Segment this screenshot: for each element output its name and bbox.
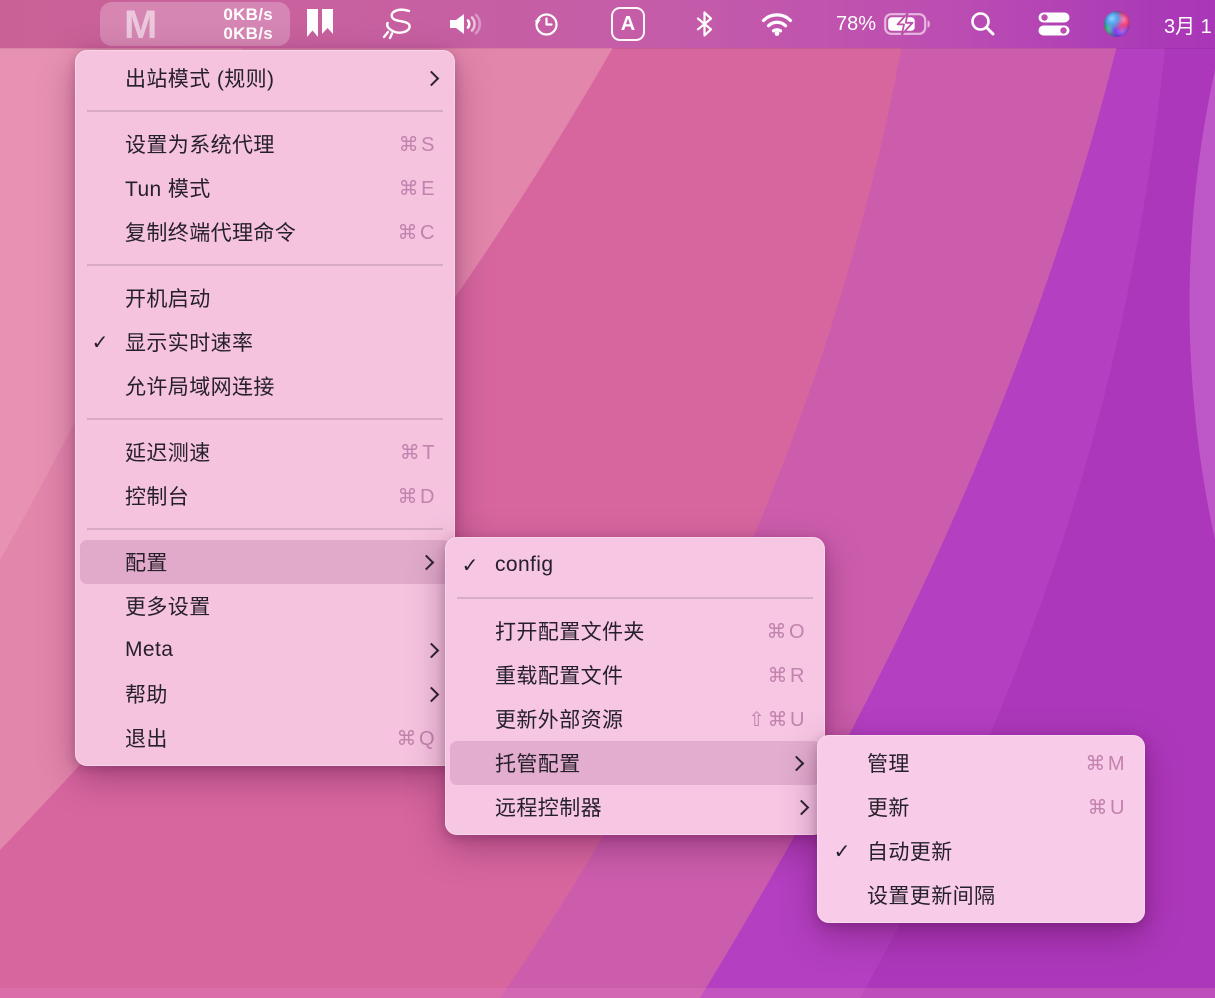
bluetooth-icon[interactable] bbox=[696, 11, 713, 37]
menu-separator bbox=[87, 528, 443, 530]
shortcut-label: ⇧⌘U bbox=[748, 707, 807, 732]
checkmark-icon: ✓ bbox=[445, 553, 495, 578]
menu-item-dashboard[interactable]: 控制台 ⌘D bbox=[75, 474, 455, 518]
menu-item-tun-mode[interactable]: Tun 模式 ⌘E bbox=[75, 166, 455, 210]
menu-item-remote-controller[interactable]: 远程控制器 bbox=[445, 785, 825, 829]
proxy-app-status-item[interactable]: M 0KB/s 0KB/s bbox=[100, 2, 290, 46]
shortcut-label: ⌘E bbox=[399, 176, 437, 201]
menu-item-show-realtime-speed[interactable]: ✓ 显示实时速率 bbox=[75, 320, 455, 364]
menu-separator bbox=[457, 597, 813, 599]
menu-bar-date[interactable]: 3月 1 bbox=[1164, 0, 1212, 48]
network-speed-readout: 0KB/s 0KB/s bbox=[223, 5, 273, 43]
input-source-label: A bbox=[621, 13, 635, 36]
shortcut-label: ⌘M bbox=[1085, 751, 1127, 776]
menu-separator bbox=[87, 264, 443, 266]
menu-item-copy-terminal-proxy-command[interactable]: 复制终端代理命令 ⌘C bbox=[75, 210, 455, 254]
bookmark-ribbons-icon[interactable] bbox=[303, 8, 337, 40]
shortcut-label: ⌘S bbox=[399, 132, 437, 157]
battery-percent-label: 78% bbox=[812, 0, 876, 48]
submenu-chevron-icon bbox=[424, 70, 440, 86]
config-submenu: ✓ config 打开配置文件夹 ⌘O 重载配置文件 ⌘R 更新外部资源 ⇧⌘U… bbox=[445, 537, 825, 835]
menu-item-help[interactable]: 帮助 bbox=[75, 672, 455, 716]
menu-item-meta[interactable]: Meta bbox=[75, 628, 455, 672]
time-machine-icon[interactable] bbox=[533, 11, 560, 38]
shortcut-label: ⌘D bbox=[398, 484, 437, 509]
menu-item-update-external-resources[interactable]: 更新外部资源 ⇧⌘U bbox=[445, 697, 825, 741]
upload-speed: 0KB/s bbox=[223, 5, 273, 24]
shortcut-label: ⌘O bbox=[766, 619, 807, 644]
shortcut-label: ⌘R bbox=[768, 663, 807, 688]
menu-item-more-settings[interactable]: 更多设置 bbox=[75, 584, 455, 628]
menu-item-allow-lan[interactable]: 允许局域网连接 bbox=[75, 364, 455, 408]
menu-item-config-profile[interactable]: ✓ config bbox=[445, 543, 825, 587]
download-speed: 0KB/s bbox=[223, 24, 273, 43]
shortcut-label: ⌘U bbox=[1088, 795, 1127, 820]
submenu-chevron-icon bbox=[424, 686, 440, 702]
siri-icon[interactable] bbox=[1104, 11, 1130, 37]
submenu-chevron-icon bbox=[794, 799, 810, 815]
spotlight-search-icon[interactable] bbox=[970, 11, 996, 37]
menu-item-reload-config[interactable]: 重载配置文件 ⌘R bbox=[445, 653, 825, 697]
menu-item-launch-at-login[interactable]: 开机启动 bbox=[75, 276, 455, 320]
hosted-config-submenu: 管理 ⌘M 更新 ⌘U ✓ 自动更新 设置更新间隔 bbox=[817, 735, 1145, 923]
shortcut-label: ⌘T bbox=[400, 440, 437, 465]
submenu-chevron-icon bbox=[419, 554, 435, 570]
checkmark-icon: ✓ bbox=[817, 839, 867, 864]
menu-separator bbox=[87, 110, 443, 112]
menu-item-hosted-config[interactable]: 托管配置 bbox=[450, 741, 820, 785]
menu-separator bbox=[87, 418, 443, 420]
menu-item-auto-update[interactable]: ✓ 自动更新 bbox=[817, 829, 1145, 873]
menu-item-outbound-mode[interactable]: 出站模式 (规则) bbox=[75, 56, 455, 100]
menu-item-quit[interactable]: 退出 ⌘Q bbox=[75, 716, 455, 760]
control-center-icon[interactable] bbox=[1038, 12, 1070, 36]
menu-bar: M 0KB/s 0KB/s bbox=[0, 0, 1215, 48]
menu-item-set-update-interval[interactable]: 设置更新间隔 bbox=[817, 873, 1145, 917]
wifi-icon[interactable] bbox=[761, 12, 793, 36]
submenu-chevron-icon bbox=[789, 755, 805, 771]
swirl-brush-icon[interactable] bbox=[379, 7, 419, 41]
shortcut-label: ⌘Q bbox=[396, 726, 437, 751]
input-source-icon[interactable]: A bbox=[611, 7, 645, 41]
shortcut-label: ⌘C bbox=[398, 220, 437, 245]
battery-charging-icon[interactable] bbox=[884, 12, 934, 36]
submenu-chevron-icon bbox=[424, 642, 440, 658]
menu-item-config[interactable]: 配置 bbox=[80, 540, 450, 584]
proxy-app-main-menu: 出站模式 (规则) 设置为系统代理 ⌘S Tun 模式 ⌘E 复制终端代理命令 … bbox=[75, 50, 455, 766]
menu-item-open-config-folder[interactable]: 打开配置文件夹 ⌘O bbox=[445, 609, 825, 653]
menu-item-manage[interactable]: 管理 ⌘M bbox=[817, 741, 1145, 785]
menu-item-update[interactable]: 更新 ⌘U bbox=[817, 785, 1145, 829]
menu-item-latency-test[interactable]: 延迟测速 ⌘T bbox=[75, 430, 455, 474]
proxy-app-logo-icon: M bbox=[124, 3, 157, 48]
menu-item-set-system-proxy[interactable]: 设置为系统代理 ⌘S bbox=[75, 122, 455, 166]
checkmark-icon: ✓ bbox=[75, 330, 125, 355]
volume-icon[interactable] bbox=[450, 13, 488, 35]
